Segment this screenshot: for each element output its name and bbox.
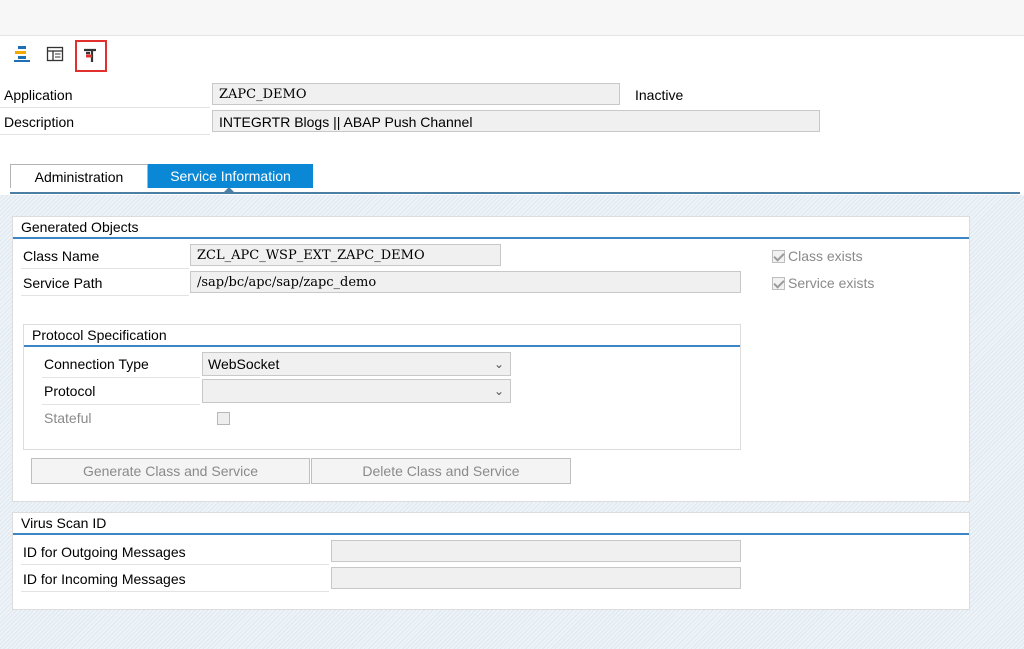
- row-divider: [21, 564, 329, 565]
- description-field[interactable]: INTEGRTR Blogs || ABAP Push Channel: [212, 110, 820, 132]
- display-layout-button[interactable]: [40, 39, 70, 69]
- class-exists-label: Class exists: [788, 248, 863, 264]
- service-path-field[interactable]: /sap/bc/apc/sap/zapc_demo: [190, 271, 741, 293]
- protocol-spec-title: Protocol Specification: [32, 327, 167, 343]
- class-name-label: Class Name: [23, 248, 100, 264]
- connection-type-value: WebSocket: [208, 356, 280, 372]
- protocol-select[interactable]: ⌄: [202, 379, 511, 403]
- row-divider: [21, 268, 189, 269]
- protocol-label: Protocol: [44, 383, 96, 399]
- activate-icon: [84, 48, 96, 62]
- chevron-down-icon: ⌄: [493, 357, 504, 371]
- row-divider: [42, 377, 200, 378]
- section-line: [13, 533, 969, 535]
- delete-class-service-button[interactable]: Delete Class and Service: [311, 458, 571, 484]
- service-exists-checkbox[interactable]: [772, 277, 785, 290]
- tab-underline: [10, 192, 1020, 194]
- virus-scan-title: Virus Scan ID: [21, 515, 107, 531]
- service-exists-label: Service exists: [788, 275, 875, 291]
- row-divider: [42, 404, 200, 405]
- status-text: Inactive: [635, 87, 684, 103]
- display-layout-icon: [46, 46, 64, 62]
- protocol-spec-panel: Protocol Specification Connection Type W…: [23, 324, 741, 450]
- description-label: Description: [4, 114, 75, 130]
- title-bar: [0, 0, 1024, 36]
- incoming-id-label: ID for Incoming Messages: [23, 571, 186, 587]
- application-field[interactable]: ZAPC_DEMO: [212, 83, 620, 105]
- chevron-down-icon: ⌄: [493, 384, 504, 398]
- toolbar: [0, 36, 1024, 74]
- row-divider: [21, 295, 189, 296]
- incoming-id-field[interactable]: [331, 567, 741, 589]
- generate-class-service-button[interactable]: Generate Class and Service: [31, 458, 310, 484]
- outgoing-id-label: ID for Outgoing Messages: [23, 544, 186, 560]
- class-exists-checkbox[interactable]: [772, 250, 785, 263]
- activate-button[interactable]: [75, 40, 107, 72]
- service-path-label: Service Path: [23, 275, 103, 291]
- application-label: Application: [4, 87, 73, 103]
- outgoing-id-field[interactable]: [331, 540, 741, 562]
- connection-type-label: Connection Type: [44, 356, 149, 372]
- hierarchy-icon: [14, 46, 30, 62]
- class-name-field[interactable]: ZCL_APC_WSP_EXT_ZAPC_DEMO: [190, 244, 501, 266]
- stateful-label: Stateful: [44, 410, 92, 426]
- hierarchy-button[interactable]: [7, 39, 37, 69]
- row-divider: [0, 107, 210, 108]
- row-divider: [0, 134, 210, 135]
- generated-objects-panel: Generated Objects Class Name ZCL_APC_WSP…: [12, 216, 970, 502]
- stateful-checkbox[interactable]: [217, 412, 230, 425]
- tab-service-information[interactable]: Service Information: [148, 164, 313, 188]
- section-line: [13, 237, 969, 239]
- generated-objects-title: Generated Objects: [21, 219, 139, 235]
- row-divider: [21, 591, 329, 592]
- virus-scan-panel: Virus Scan ID ID for Outgoing Messages I…: [12, 512, 970, 610]
- tab-indicator: [223, 187, 235, 193]
- connection-type-select[interactable]: WebSocket ⌄: [202, 352, 511, 376]
- tab-administration[interactable]: Administration: [10, 164, 148, 188]
- section-line: [24, 345, 740, 347]
